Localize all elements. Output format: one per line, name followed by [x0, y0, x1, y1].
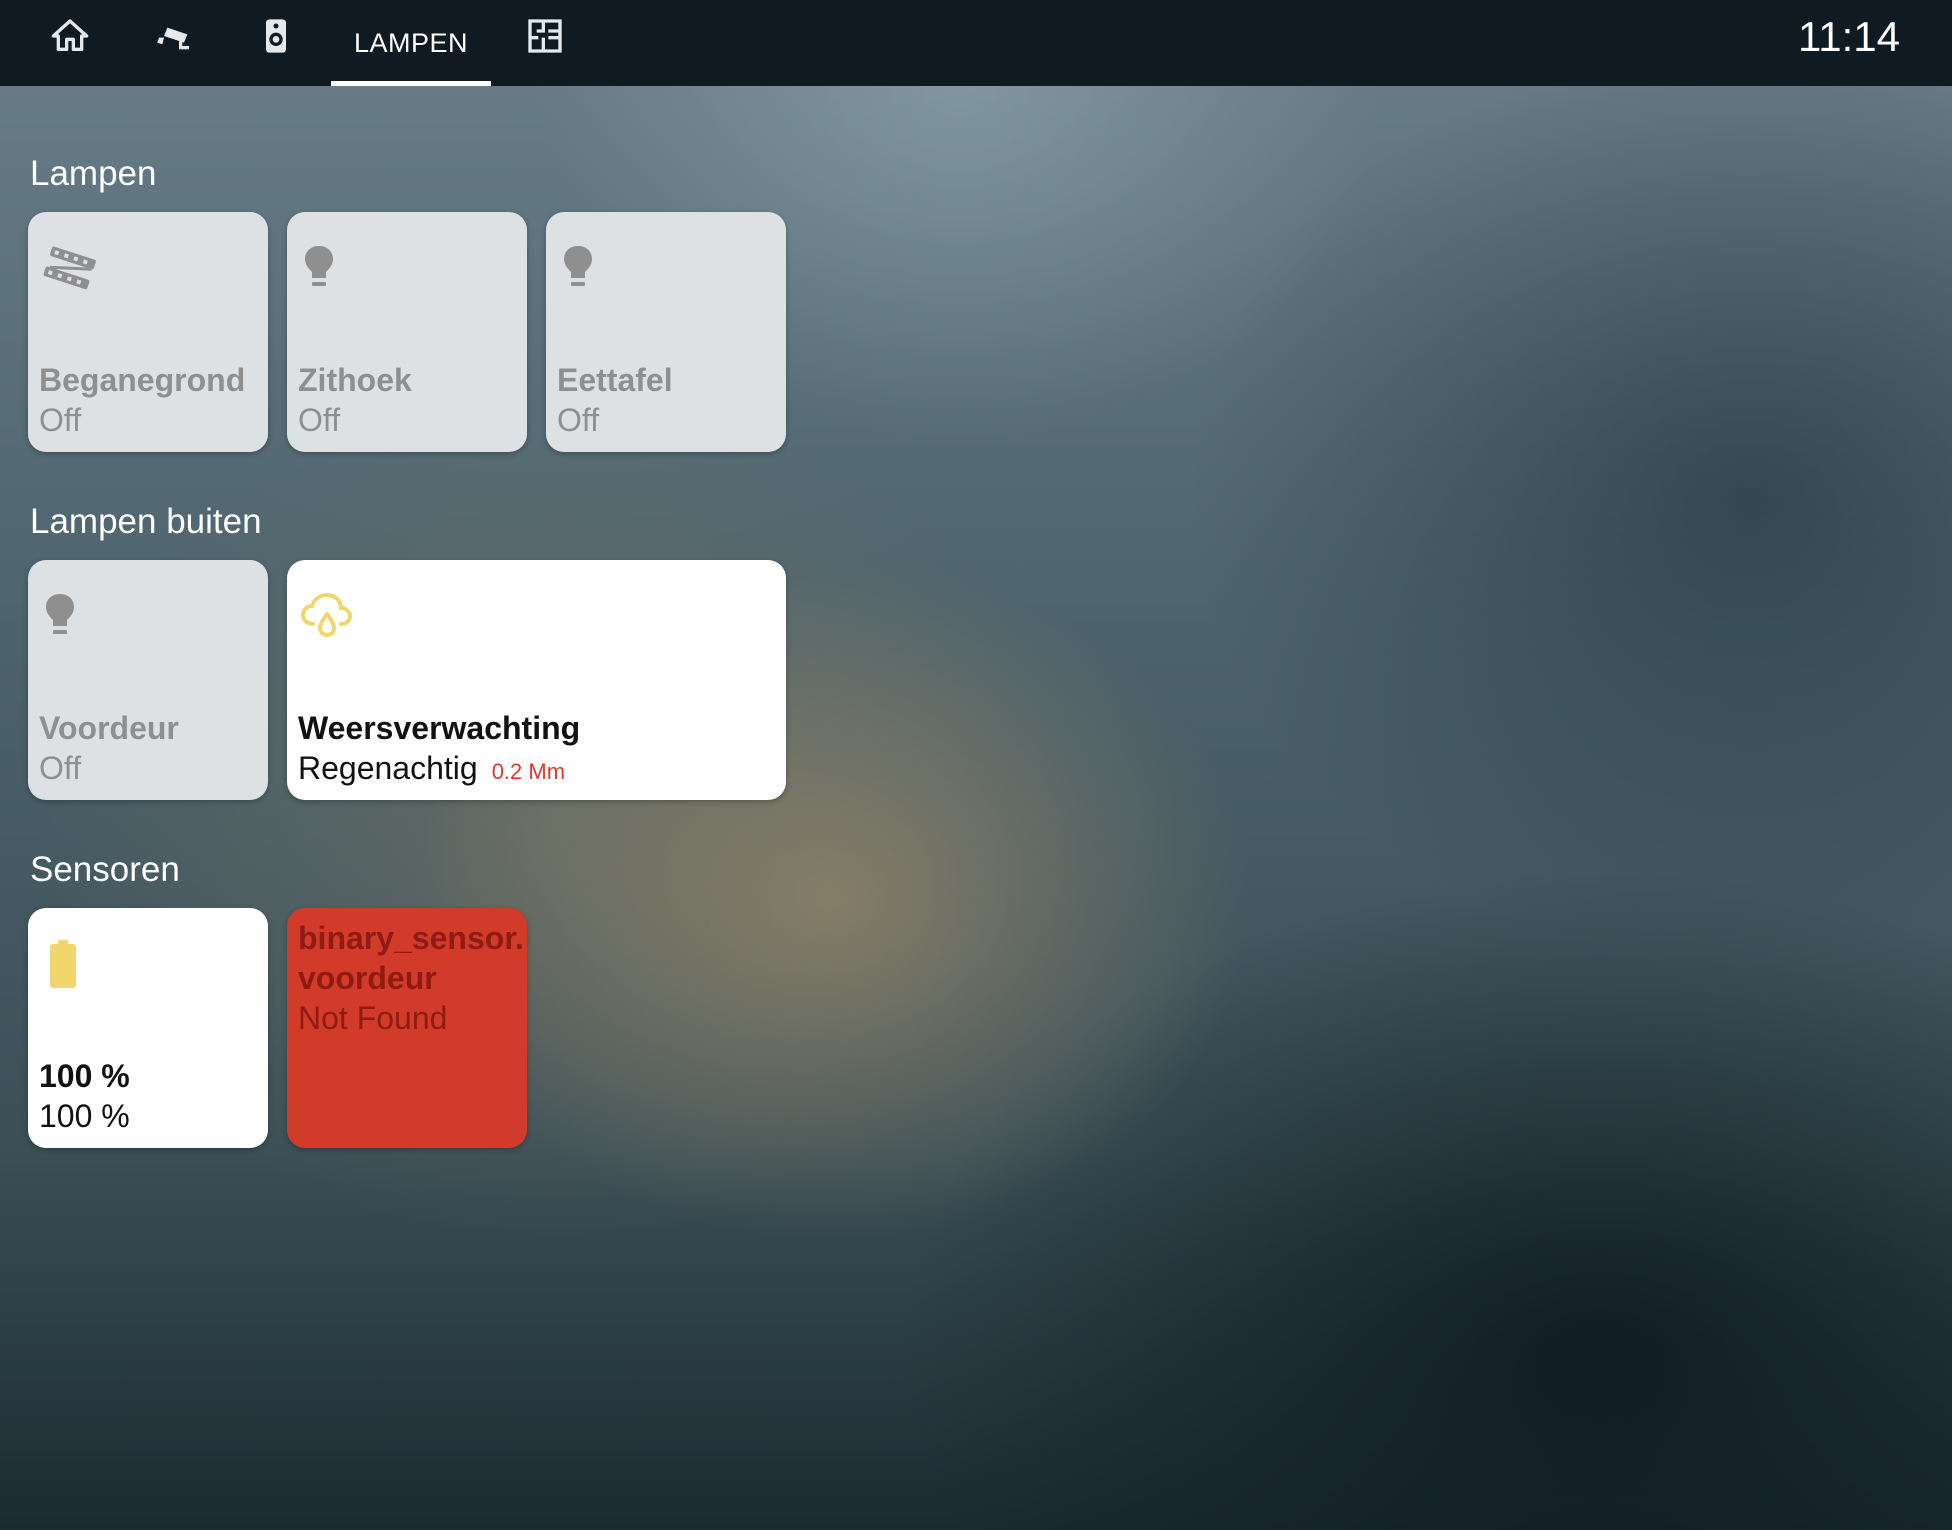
tab-lampen[interactable]: LAMPEN — [331, 0, 491, 86]
tile-state: Regenachtig 0.2 Mm — [298, 748, 565, 792]
tile-name: Weersverwachting — [298, 710, 581, 746]
group-title-sensoren: Sensoren — [30, 850, 180, 889]
bulb-icon — [564, 246, 592, 286]
tile-name-line1: binary_sensor. — [298, 920, 524, 956]
tile-voordeur[interactable]: Voordeur Off — [28, 560, 268, 800]
floorplan-icon[interactable] — [523, 14, 567, 58]
tile-state: 100 % — [39, 1098, 130, 1134]
weather-condition: Regenachtig — [298, 750, 478, 786]
bulb-icon — [46, 594, 74, 634]
tile-state: Off — [298, 402, 341, 438]
tile-battery[interactable]: 100 % 100 % — [28, 908, 268, 1148]
clock: 11:14 — [1798, 13, 1900, 60]
tile-name: Voordeur — [39, 710, 179, 746]
tile-state: Not Found — [298, 1000, 448, 1036]
group-title-lampen-buiten: Lampen buiten — [30, 502, 262, 541]
group-title-lampen: Lampen — [30, 154, 157, 193]
tile-name: Eettafel — [557, 362, 673, 398]
led-strip-icon — [43, 246, 96, 290]
tile-state: Off — [39, 750, 82, 786]
bulb-icon — [305, 246, 333, 286]
tile-eettafel[interactable]: Eettafel Off — [546, 212, 786, 452]
tile-zithoek[interactable]: Zithoek Off — [287, 212, 527, 452]
tile-name: Zithoek — [298, 362, 412, 398]
top-bar: LAMPEN 11:14 — [0, 0, 1952, 86]
tile-binary-sensor-voordeur-error[interactable]: binary_sensor. voordeur Not Found — [287, 908, 527, 1148]
cctv-icon[interactable] — [152, 14, 196, 58]
battery-icon — [50, 940, 76, 988]
tile-name: Beganegrond — [39, 362, 246, 398]
tile-weersverwachting[interactable]: Weersverwachting Regenachtig 0.2 Mm — [287, 560, 786, 800]
speaker-icon[interactable] — [254, 14, 298, 58]
precipitation-value: 0.2 Mm — [491, 759, 566, 784]
tile-state: Off — [39, 402, 82, 438]
home-icon[interactable] — [48, 14, 92, 58]
tile-name: 100 % — [39, 1058, 130, 1094]
tile-name-line2: voordeur — [298, 960, 437, 996]
active-tab-indicator — [331, 81, 491, 86]
tile-state: Off — [557, 402, 600, 438]
weather-rain-icon — [300, 592, 353, 637]
tile-beganegrond[interactable]: Beganegrond Off — [28, 212, 268, 452]
